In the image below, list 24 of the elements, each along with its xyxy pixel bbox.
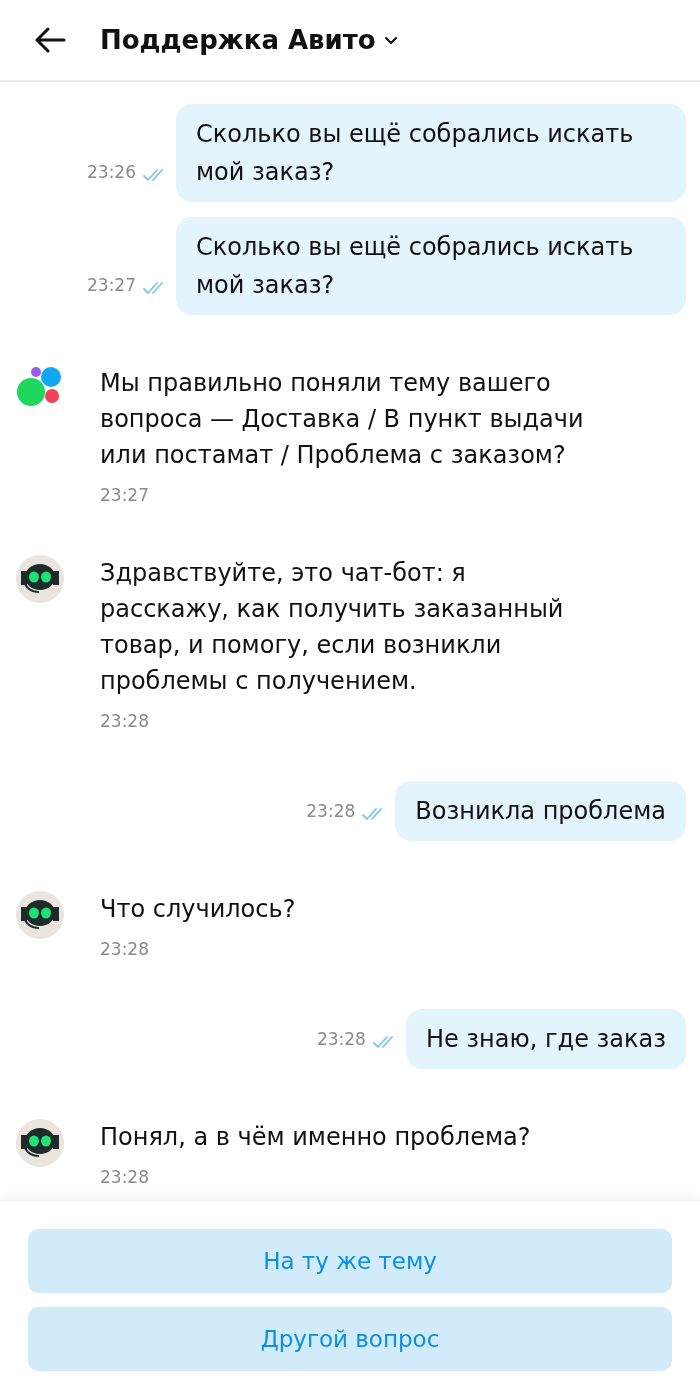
message-bubble: Сколько вы ещё собрались искать мой заказ?	[176, 217, 686, 315]
robot-avatar-icon	[16, 1119, 64, 1167]
message-bubble: Сколько вы ещё собрались искать мой заказ?	[176, 104, 686, 202]
message-time: 23:28	[100, 711, 150, 731]
message-time: 23:28	[100, 1167, 150, 1187]
message-text: Понял, а в чём именно проблема?	[100, 1122, 532, 1153]
message-time: 23:28	[306, 801, 356, 821]
message-time: 23:26	[87, 162, 136, 182]
chat-title[interactable]: Поддержка Авито	[100, 25, 376, 55]
message-text: Что случилось?	[100, 894, 297, 925]
message-time: 23:27	[87, 275, 136, 295]
back-arrow-icon[interactable]	[34, 26, 66, 54]
quick-reply-button[interactable]: На ту же тему	[28, 1229, 672, 1293]
chevron-down-icon[interactable]	[383, 35, 398, 45]
message-text: Мы правильно поняли тему вашего вопроса — Доставка / В пункт выдачи или постамат / Проблема с заказом?	[100, 368, 585, 471]
quick-reply-button[interactable]: Другой вопрос	[28, 1307, 672, 1371]
robot-avatar-icon	[16, 891, 64, 939]
message-text: Здравствуйте, это чат-бот: я расскажу, как получить заказанный товар, и помогу, если возникли проблемы с получением.	[100, 558, 565, 697]
message-bubble: Не знаю, где заказ	[405, 1009, 686, 1069]
message-time: 23:27	[100, 485, 150, 505]
robot-avatar-icon	[16, 555, 64, 603]
message-time: 23:28	[100, 939, 150, 959]
message-time: 23:28	[316, 1029, 366, 1049]
message-bubble: Возникла проблема	[395, 781, 686, 841]
